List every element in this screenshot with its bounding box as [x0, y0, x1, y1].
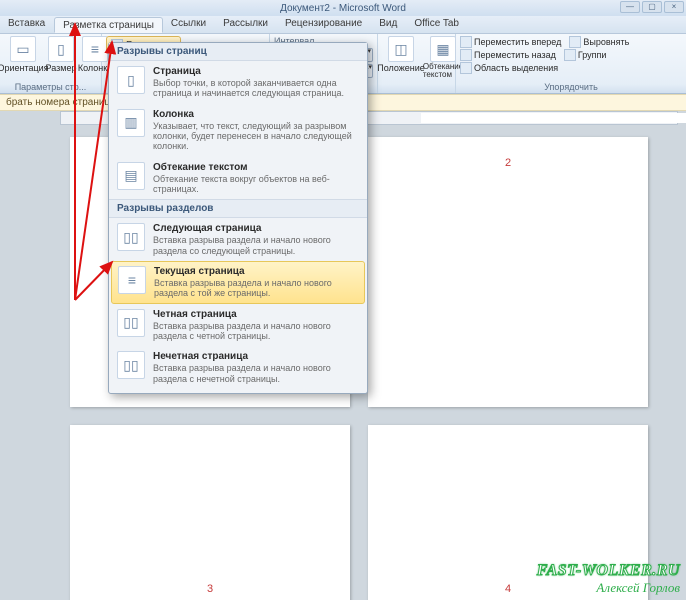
align-icon: [569, 36, 581, 48]
position-icon: ◫: [388, 36, 414, 62]
menu-section-section-breaks: Разрывы разделов: [109, 199, 367, 218]
text-wrap-icon: ▤: [117, 162, 145, 190]
minimize-button[interactable]: —: [620, 1, 640, 13]
size-icon: ▯: [48, 36, 74, 62]
tab-view[interactable]: Вид: [371, 16, 406, 33]
page-number: 2: [505, 157, 511, 169]
send-backward-button[interactable]: Переместить назадГруппи: [460, 49, 606, 61]
page-number: 3: [207, 583, 213, 595]
tab-mailings[interactable]: Рассылки: [215, 16, 277, 33]
wrap-icon: ▦: [430, 36, 456, 62]
continuous-icon: ≡: [118, 266, 146, 294]
tab-office-tab[interactable]: Office Tab: [406, 16, 468, 33]
menu-section-page-breaks: Разрывы страниц: [109, 43, 367, 61]
watermark-site: FAST-WOLKER.RU: [537, 562, 680, 580]
tab-insert[interactable]: Вставка: [0, 16, 54, 33]
selection-pane-icon: [460, 62, 472, 74]
bring-forward-icon: [460, 36, 472, 48]
titlebar: Документ2 - Microsoft Word — ▢ ×: [0, 0, 686, 16]
tab-page-layout[interactable]: Разметка страницы: [54, 17, 163, 33]
selection-pane-button[interactable]: Область выделения: [460, 62, 558, 74]
menu-item-even-page[interactable]: ▯▯ Четная страницаВставка разрыва раздел…: [109, 304, 367, 347]
orientation-icon: ▭: [10, 36, 36, 62]
ribbon-tabs: Вставка Разметка страницы Ссылки Рассылк…: [0, 16, 686, 34]
close-button[interactable]: ×: [664, 1, 684, 13]
even-page-icon: ▯▯: [117, 309, 145, 337]
group-page-setup: ▭Ориентация ▯Размер ≡Колонки Параметры с…: [0, 34, 102, 93]
message-text: брать номера страниц: [6, 97, 110, 108]
odd-page-icon: ▯▯: [117, 351, 145, 379]
menu-item-text-wrapping[interactable]: ▤ Обтекание текстомОбтекание текста вокр…: [109, 157, 367, 200]
maximize-button[interactable]: ▢: [642, 1, 662, 13]
menu-item-page[interactable]: ▯ СтраницаВыбор точки, в которой заканчи…: [109, 61, 367, 104]
send-backward-icon: [460, 49, 472, 61]
column-break-icon: ▥: [117, 109, 145, 137]
menu-item-odd-page[interactable]: ▯▯ Нечетная страницаВставка разрыва разд…: [109, 346, 367, 389]
size-button[interactable]: ▯Размер: [46, 36, 76, 80]
position-button[interactable]: ◫Положение: [382, 36, 420, 80]
group-arrange: Переместить впередВыровнять Переместить …: [456, 34, 686, 93]
menu-item-column[interactable]: ▥ КолонкаУказывает, что текст, следующий…: [109, 104, 367, 157]
next-page-icon: ▯▯: [117, 223, 145, 251]
group-label-pagesetup: Параметры стр...: [4, 82, 97, 93]
watermark-author: Алексей Горлов: [537, 580, 680, 596]
group-icon: [564, 49, 576, 61]
orientation-button[interactable]: ▭Ориентация: [4, 36, 42, 80]
breaks-menu: Разрывы страниц ▯ СтраницаВыбор точки, в…: [108, 42, 368, 394]
menu-item-continuous[interactable]: ≡ Текущая страницаВставка разрыва раздел…: [111, 261, 365, 304]
bring-forward-button[interactable]: Переместить впередВыровнять: [460, 36, 629, 48]
page-2[interactable]: 2: [368, 137, 648, 407]
group-label-arrange: Упорядочить: [460, 82, 682, 93]
window-title: Документ2 - Microsoft Word: [280, 3, 406, 14]
menu-item-next-page[interactable]: ▯▯ Следующая страницаВставка разрыва раз…: [109, 218, 367, 261]
watermark: FAST-WOLKER.RU Алексей Горлов: [537, 562, 680, 596]
page-break-icon: ▯: [117, 66, 145, 94]
page-3[interactable]: 3: [70, 425, 350, 600]
page-number: 4: [505, 583, 511, 595]
tab-review[interactable]: Рецензирование: [277, 16, 371, 33]
tab-references[interactable]: Ссылки: [163, 16, 215, 33]
group-arrange-pos: ◫Положение ▦Обтекание текстом: [378, 34, 456, 93]
